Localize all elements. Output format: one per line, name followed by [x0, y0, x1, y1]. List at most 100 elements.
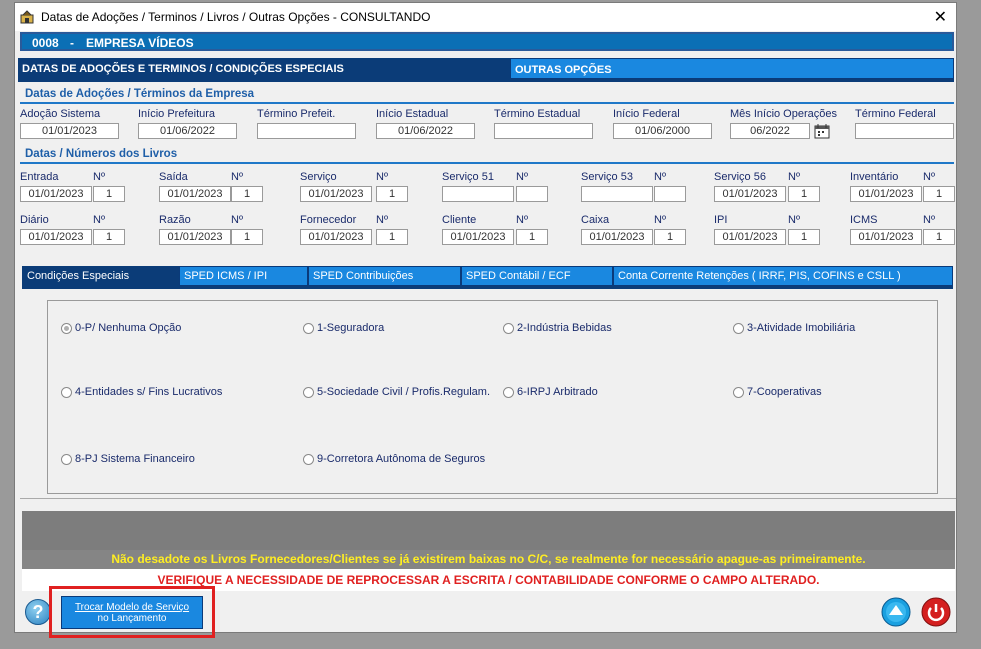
- livro-date-input[interactable]: 01/01/2023: [714, 229, 786, 245]
- livro-date-input[interactable]: 01/01/2023: [714, 186, 786, 202]
- livro-numero-input[interactable]: 1: [516, 229, 548, 245]
- date-input[interactable]: 01/06/2022: [138, 123, 237, 139]
- numero-label: Nº: [788, 214, 800, 226]
- option-radio[interactable]: [733, 387, 744, 398]
- livro-numero-input[interactable]: 1: [376, 229, 408, 245]
- option-label[interactable]: 1-Seguradora: [317, 322, 384, 334]
- tab-sped-contabil-ecf[interactable]: SPED Contábil / ECF: [461, 266, 613, 286]
- livro-date-input[interactable]: 01/01/2023: [20, 186, 92, 202]
- livro-label: Saída: [159, 171, 188, 183]
- option-label[interactable]: 8-PJ Sistema Financeiro: [75, 453, 195, 465]
- date-input[interactable]: 01/01/2023: [20, 123, 119, 139]
- field-label: Início Prefeitura: [138, 108, 216, 120]
- option-label[interactable]: 9-Corretora Autônoma de Seguros: [317, 453, 485, 465]
- option-label[interactable]: 6-IRPJ Arbitrado: [517, 386, 598, 398]
- warning-yellow: Não desadote os Livros Fornecedores/Clie…: [22, 550, 955, 569]
- field-label: Mês Início Operações: [730, 108, 837, 120]
- tab-conta-corrente-retencoes[interactable]: Conta Corrente Retenções ( IRRF, PIS, CO…: [613, 266, 953, 286]
- empresa-name: EMPRESA VÍDEOS: [86, 36, 194, 50]
- livro-numero-input[interactable]: [516, 186, 548, 202]
- livro-label: Razão: [159, 214, 191, 226]
- date-input[interactable]: [855, 123, 954, 139]
- date-input[interactable]: 01/06/2000: [613, 123, 712, 139]
- livro-date-input[interactable]: 01/01/2023: [159, 186, 231, 202]
- option-label[interactable]: 5-Sociedade Civil / Profis.Regulam.: [317, 386, 490, 398]
- livro-label: Serviço: [300, 171, 337, 183]
- livro-label: ICMS: [850, 214, 878, 226]
- livro-numero-input[interactable]: 1: [231, 229, 263, 245]
- livro-date-input[interactable]: 01/01/2023: [20, 229, 92, 245]
- option-label[interactable]: 4-Entidades s/ Fins Lucrativos: [75, 386, 222, 398]
- trocar-line1: Trocar Modelo de Serviço: [74, 602, 190, 613]
- numero-label: Nº: [654, 171, 666, 183]
- date-input[interactable]: 06/2022: [730, 123, 810, 139]
- livro-numero-input[interactable]: 1: [788, 229, 820, 245]
- livro-date-input[interactable]: 01/01/2023: [850, 229, 922, 245]
- option-label[interactable]: 3-Atividade Imobiliária: [747, 322, 855, 334]
- livro-numero-input[interactable]: 1: [654, 229, 686, 245]
- option-label[interactable]: 2-Indústria Bebidas: [517, 322, 612, 334]
- option-label[interactable]: 7-Cooperativas: [747, 386, 822, 398]
- option-radio[interactable]: [303, 387, 314, 398]
- livro-numero-input[interactable]: 1: [93, 186, 125, 202]
- livro-label: Serviço 53: [581, 171, 633, 183]
- option-label[interactable]: 0-P/ Nenhuma Opção: [75, 322, 181, 334]
- option-radio[interactable]: [733, 323, 744, 334]
- message-bar: [22, 511, 955, 550]
- livro-numero-input[interactable]: 1: [231, 186, 263, 202]
- tab-outras-opcoes[interactable]: OUTRAS OPÇÕES: [510, 58, 954, 79]
- livro-numero-input[interactable]: 1: [93, 229, 125, 245]
- livro-date-input[interactable]: 01/01/2023: [300, 229, 372, 245]
- date-input[interactable]: [257, 123, 356, 139]
- app-icon: [20, 10, 34, 24]
- livro-date-input[interactable]: [442, 186, 514, 202]
- calendar-icon[interactable]: [814, 123, 830, 139]
- livro-numero-input[interactable]: 1: [923, 186, 955, 202]
- livro-label: IPI: [714, 214, 728, 226]
- date-input[interactable]: [494, 123, 593, 139]
- numero-label: Nº: [376, 171, 388, 183]
- numero-label: Nº: [93, 171, 105, 183]
- close-icon[interactable]: ✕: [934, 7, 947, 27]
- option-radio[interactable]: [61, 387, 72, 398]
- livro-numero-input[interactable]: [654, 186, 686, 202]
- tab-datas-adocoes[interactable]: DATAS DE ADOÇÕES E TERMINOS / CONDIÇÕES …: [18, 58, 512, 79]
- trocar-modelo-button[interactable]: Trocar Modelo de Serviço no Lançamento: [61, 596, 203, 629]
- tab-underline: [18, 79, 954, 82]
- livro-label: Fornecedor: [300, 214, 357, 226]
- livro-numero-input[interactable]: 1: [788, 186, 820, 202]
- divider: [20, 498, 956, 499]
- livro-numero-input[interactable]: 1: [923, 229, 955, 245]
- livro-date-input[interactable]: [581, 186, 653, 202]
- date-input[interactable]: 01/06/2022: [376, 123, 475, 139]
- up-arrow-icon[interactable]: [881, 597, 911, 627]
- divider: [20, 162, 954, 164]
- tab-condicoes-especiais[interactable]: Condições Especiais: [22, 266, 181, 286]
- tab-sped-icms-ipi[interactable]: SPED ICMS / IPI: [179, 266, 308, 286]
- option-radio[interactable]: [303, 323, 314, 334]
- livro-label: Serviço 51: [442, 171, 494, 183]
- livro-numero-input[interactable]: 1: [376, 186, 408, 202]
- option-radio[interactable]: [61, 323, 72, 334]
- numero-label: Nº: [231, 171, 243, 183]
- option-radio[interactable]: [503, 323, 514, 334]
- option-radio[interactable]: [61, 454, 72, 465]
- main-window: Datas de Adoções / Terminos / Livros / O…: [14, 2, 957, 638]
- tab-sped-contribuicoes[interactable]: SPED Contribuições: [308, 266, 461, 286]
- livro-label: Cliente: [442, 214, 477, 226]
- livro-date-input[interactable]: 01/01/2023: [581, 229, 653, 245]
- option-radio[interactable]: [303, 454, 314, 465]
- title-bar: Datas de Adoções / Terminos / Livros / O…: [15, 3, 956, 31]
- option-radio[interactable]: [503, 387, 514, 398]
- livro-date-input[interactable]: 01/01/2023: [300, 186, 372, 202]
- field-label: Término Estadual: [494, 108, 581, 120]
- livro-date-input[interactable]: 01/01/2023: [159, 229, 231, 245]
- numero-label: Nº: [788, 171, 800, 183]
- power-icon[interactable]: [921, 597, 951, 627]
- empresa-code: 0008: [32, 36, 59, 50]
- numero-label: Nº: [376, 214, 388, 226]
- livro-date-input[interactable]: 01/01/2023: [442, 229, 514, 245]
- livro-label: Inventário: [850, 171, 899, 183]
- livro-date-input[interactable]: 01/01/2023: [850, 186, 922, 202]
- help-icon[interactable]: ?: [25, 599, 51, 625]
